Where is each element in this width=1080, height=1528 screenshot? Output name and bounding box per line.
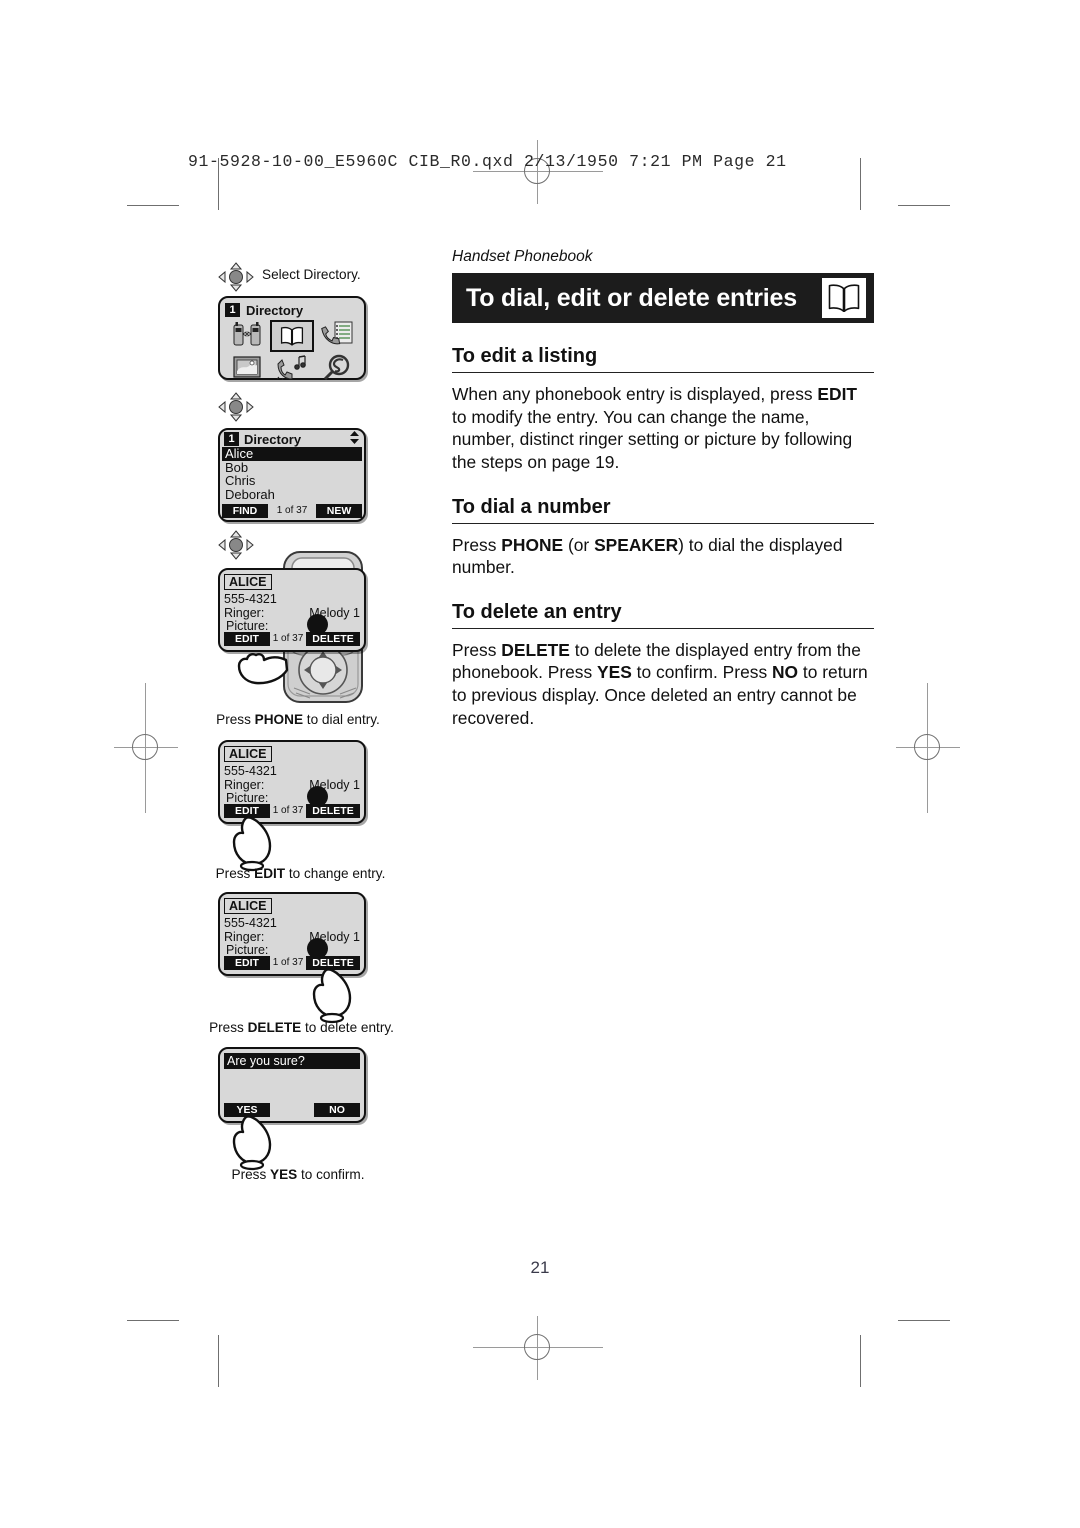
entry-counter: 1 of 37 xyxy=(272,957,304,968)
ringer-label: Ringer: xyxy=(224,606,265,620)
crop-mark-tr-h xyxy=(898,205,950,206)
figure-step-6: Are you sure? YES NO Press YES to confir… xyxy=(206,1047,426,1197)
intercom-handsets-icon[interactable] xyxy=(225,320,269,348)
step5-caption: Press DELETE to delete entry. xyxy=(209,1020,394,1035)
softkey-delete[interactable]: DELETE xyxy=(306,803,360,818)
open-book-directory-icon[interactable] xyxy=(270,320,314,352)
section-body-delete-entry: Press DELETE to delete the displayed ent… xyxy=(452,639,868,728)
crop-mark-br-v xyxy=(860,1335,861,1387)
list-item[interactable]: Alice xyxy=(222,447,362,461)
section-body-dial-number: Press PHONE (or SPEAKER) to dial the dis… xyxy=(452,534,843,578)
softkey-delete[interactable]: DELETE xyxy=(306,631,360,646)
lcd-screen-directory-list: 1 Directory Alice Bob Chris Deborah FIND… xyxy=(218,428,366,522)
dpad-navigation-icon xyxy=(218,392,254,422)
entry-counter: 1 of 37 xyxy=(272,633,304,644)
softkey-edit[interactable]: EDIT xyxy=(224,955,270,970)
softkey-new[interactable]: NEW xyxy=(316,503,362,518)
handset-badge: 1 xyxy=(225,303,240,317)
registration-mark-left xyxy=(114,683,178,813)
lcd-screen-entry-detail: ALICE 555-4321 Ringer: Melody 1 Picture:… xyxy=(218,740,366,824)
softkey-edit[interactable]: EDIT xyxy=(224,631,270,646)
confirm-prompt: Are you sure? xyxy=(224,1053,360,1069)
list-item[interactable]: Deborah xyxy=(222,487,362,502)
pointing-hand-icon xyxy=(237,653,289,685)
up-down-arrows-icon xyxy=(350,431,359,447)
directory-entry-list: Alice Bob Chris Deborah xyxy=(220,447,364,501)
list-item[interactable]: Bob xyxy=(222,460,362,475)
dpad-navigation-icon xyxy=(218,262,254,292)
section-body-edit-listing: When any phonebook entry is displayed, p… xyxy=(452,384,858,472)
figure-step-1: Select Directory. 1 Directory xyxy=(206,262,426,390)
figure-step-5: ALICE 555-4321 Ringer: Melody 1 Picture:… xyxy=(206,892,426,1047)
picture-frame-icon[interactable] xyxy=(225,353,269,381)
ringer-row: Ringer: Melody 1 xyxy=(224,778,360,792)
print-slug-line: 91-5928-10-00_E5960C CIB_R0.qxd 2/13/195… xyxy=(188,152,787,171)
running-head: Handset Phonebook xyxy=(452,248,593,265)
illustration-column: Select Directory. 1 Directory 1 Director… xyxy=(206,262,426,1197)
lcd-screen-directory-menu: 1 Directory xyxy=(218,296,366,380)
lcd-title-row: 1 Directory xyxy=(225,302,359,318)
registration-mark-top xyxy=(473,140,603,204)
step4-caption: Press EDIT to change entry. xyxy=(215,866,386,881)
lcd-screen-entry-detail: ALICE 555-4321 Ringer: Melody 1 Picture:… xyxy=(218,892,366,976)
lcd-screen-confirm-delete: Are you sure? YES NO xyxy=(218,1047,366,1123)
page-title-bar: To dial, edit or delete entries xyxy=(452,273,874,323)
section-heading-delete-entry: To delete an entry xyxy=(452,601,874,629)
handset-badge: 1 xyxy=(224,432,239,446)
ringer-melody-icon[interactable] xyxy=(270,353,314,381)
entry-number: 555-4321 xyxy=(224,592,277,606)
lcd-softkey-bar: FIND 1 of 37 NEW xyxy=(220,503,364,520)
crop-mark-tr-v xyxy=(860,158,861,210)
pointing-hand-icon xyxy=(312,968,352,1024)
page-number: 21 xyxy=(530,1258,550,1277)
lcd-screen-entry-detail: ALICE 555-4321 Ringer: Melody 1 Picture:… xyxy=(218,568,366,652)
ringer-label: Ringer: xyxy=(224,778,265,792)
crop-mark-br-h xyxy=(898,1320,950,1321)
crop-mark-tl-h xyxy=(127,205,179,206)
dpad-navigation-icon xyxy=(218,530,254,560)
lcd-list-title: Directory xyxy=(244,431,302,447)
registration-mark-bottom xyxy=(473,1316,603,1380)
softkey-find[interactable]: FIND xyxy=(222,503,268,518)
open-book-icon xyxy=(822,278,866,318)
entry-number: 555-4321 xyxy=(224,764,277,778)
entry-name: ALICE xyxy=(224,898,272,914)
ringer-row: Ringer: Melody 1 xyxy=(224,930,360,944)
registration-mark-right xyxy=(896,683,960,813)
main-content: Handset Phonebook To dial, edit or delet… xyxy=(452,248,874,729)
entry-name: ALICE xyxy=(224,746,272,762)
section-heading-edit-listing: To edit a listing xyxy=(452,345,874,373)
crop-mark-bl-v xyxy=(218,1335,219,1387)
call-log-icon[interactable] xyxy=(315,320,359,348)
caller-id-search-icon[interactable] xyxy=(315,353,359,381)
page-title: To dial, edit or delete entries xyxy=(466,283,797,312)
ringer-label: Ringer: xyxy=(224,930,265,944)
entry-name: ALICE xyxy=(224,574,272,590)
pointing-hand-icon xyxy=(232,816,272,872)
section-heading-dial-number: To dial a number xyxy=(452,496,874,524)
entry-counter: 1 of 37 xyxy=(276,505,308,516)
figure-step-3: ALICE 555-4321 Ringer: Melody 1 Picture:… xyxy=(206,530,426,740)
crop-mark-bl-h xyxy=(127,1320,179,1321)
step1-instruction: Select Directory. xyxy=(262,267,361,282)
figure-step-4: ALICE 555-4321 Ringer: Melody 1 Picture:… xyxy=(206,740,426,892)
step6-caption: Press YES to confirm. xyxy=(231,1167,365,1182)
lcd-list-header: 1 Directory xyxy=(220,430,364,447)
list-item[interactable]: Chris xyxy=(222,474,362,488)
ringer-row: Ringer: Melody 1 xyxy=(224,606,360,620)
figure-step-2: 1 Directory Alice Bob Chris Deborah FIND… xyxy=(206,390,426,530)
softkey-no[interactable]: NO xyxy=(314,1103,360,1117)
lcd-menu-title: Directory xyxy=(246,302,304,318)
menu-icon-grid xyxy=(225,320,359,381)
pointing-hand-icon xyxy=(232,1115,272,1171)
step3-caption: Press PHONE to dial entry. xyxy=(216,712,380,727)
entry-number: 555-4321 xyxy=(224,916,277,930)
